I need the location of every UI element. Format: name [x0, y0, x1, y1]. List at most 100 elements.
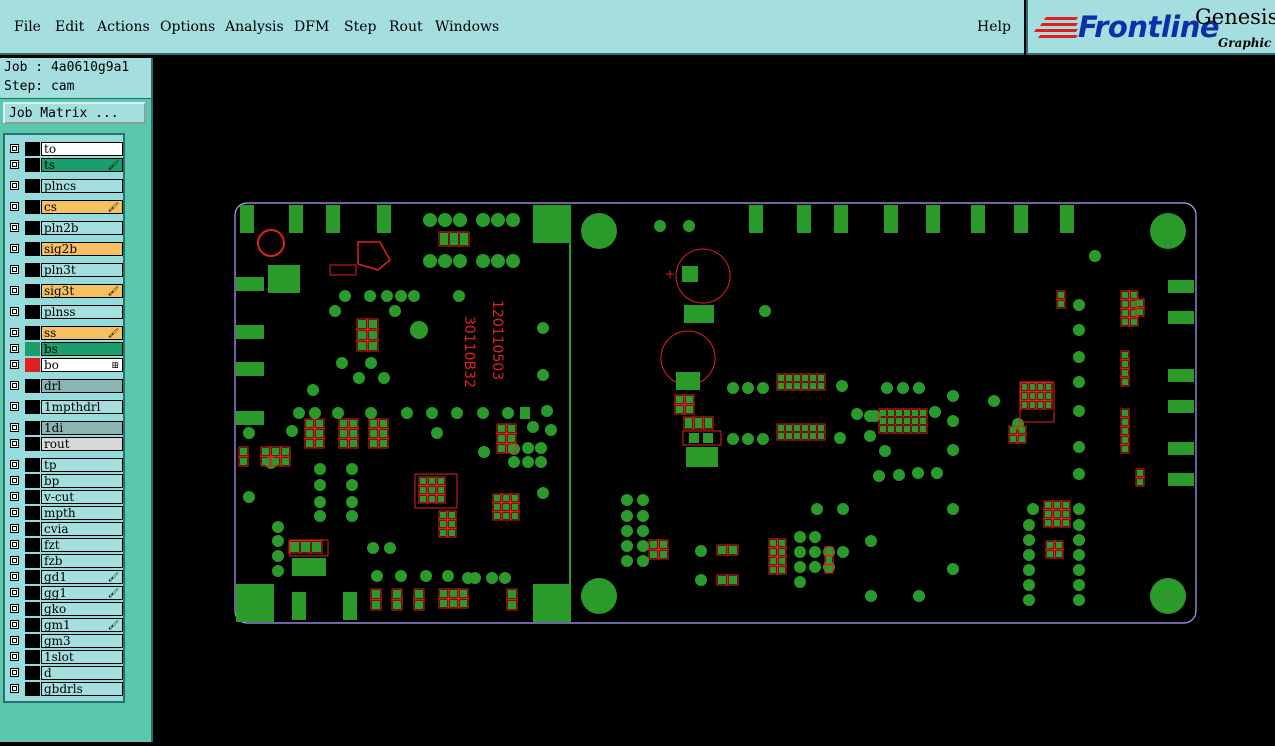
menu-windows[interactable]: Windows — [435, 19, 499, 35]
layer-name[interactable]: sig3t 🖌 — [41, 284, 123, 298]
layer-row-cvia[interactable]: cvia — [8, 522, 123, 536]
layer-row-gbdrls[interactable]: gbdrls — [8, 682, 123, 696]
layer-color-swatch[interactable] — [25, 305, 40, 319]
layer-color-swatch[interactable] — [25, 474, 40, 488]
menu-edit[interactable]: Edit — [55, 19, 84, 35]
layer-name[interactable]: pln3t — [41, 263, 123, 277]
menu-help[interactable]: Help — [977, 19, 1011, 35]
layer-name[interactable]: fzt — [41, 538, 123, 552]
layer-checkbox[interactable] — [10, 144, 19, 153]
layer-checkbox[interactable] — [10, 588, 19, 597]
menu-analysis[interactable]: Analysis — [225, 19, 284, 35]
layer-color-swatch[interactable] — [25, 158, 40, 172]
layer-color-swatch[interactable] — [25, 666, 40, 680]
menu-rout[interactable]: Rout — [389, 19, 423, 35]
layer-row-bs[interactable]: bs — [8, 342, 123, 356]
layer-name[interactable]: gd1 🖌 — [41, 570, 123, 584]
layer-checkbox[interactable] — [10, 476, 19, 485]
layer-row-gm1[interactable]: gm1 🖌 — [8, 618, 123, 632]
layer-checkbox[interactable] — [10, 202, 19, 211]
menu-file[interactable]: File — [14, 19, 41, 35]
layer-checkbox[interactable] — [10, 307, 19, 316]
layer-row-to[interactable]: to — [8, 142, 123, 156]
layer-color-swatch[interactable] — [25, 586, 40, 600]
layer-checkbox[interactable] — [10, 402, 19, 411]
layer-checkbox[interactable] — [10, 160, 19, 169]
layer-name[interactable]: cvia — [41, 522, 123, 536]
layer-color-swatch[interactable] — [25, 221, 40, 235]
layer-color-swatch[interactable] — [25, 570, 40, 584]
layer-checkbox[interactable] — [10, 181, 19, 190]
layer-name[interactable]: gg1 🖌 — [41, 586, 123, 600]
layer-checkbox[interactable] — [10, 439, 19, 448]
layer-color-swatch[interactable] — [25, 682, 40, 696]
layer-checkbox[interactable] — [10, 684, 19, 693]
layer-row-1mpthdrl[interactable]: 1mpthdrl — [8, 400, 123, 414]
layer-name[interactable]: d — [41, 666, 123, 680]
menu-options[interactable]: Options — [160, 19, 215, 35]
graphics-canvas[interactable]: +30110B32 120110503 — [155, 58, 1275, 742]
layer-color-swatch[interactable] — [25, 554, 40, 568]
layer-checkbox[interactable] — [10, 636, 19, 645]
layer-color-swatch[interactable] — [25, 263, 40, 277]
layer-checkbox[interactable] — [10, 360, 19, 369]
layer-name[interactable]: ss 🖌 — [41, 326, 123, 340]
layer-checkbox[interactable] — [10, 244, 19, 253]
layer-row-gd1[interactable]: gd1 🖌 — [8, 570, 123, 584]
layer-checkbox[interactable] — [10, 460, 19, 469]
layer-color-swatch[interactable] — [25, 618, 40, 632]
layer-color-swatch[interactable] — [25, 458, 40, 472]
layer-row-cs[interactable]: cs 🖌 — [8, 200, 123, 214]
layer-checkbox[interactable] — [10, 572, 19, 581]
layer-color-swatch[interactable] — [25, 142, 40, 156]
layer-checkbox[interactable] — [10, 556, 19, 565]
layer-row-d[interactable]: d — [8, 666, 123, 680]
menu-actions[interactable]: Actions — [97, 19, 150, 35]
layer-color-swatch[interactable] — [25, 358, 40, 372]
layer-checkbox[interactable] — [10, 604, 19, 613]
layer-row-fzb[interactable]: fzb — [8, 554, 123, 568]
layer-row-fzt[interactable]: fzt — [8, 538, 123, 552]
layer-color-swatch[interactable] — [25, 284, 40, 298]
layer-row-sig3t[interactable]: sig3t 🖌 — [8, 284, 123, 298]
layer-name[interactable]: mpth — [41, 506, 123, 520]
layer-name[interactable]: bo ⊞ — [41, 358, 123, 372]
layer-checkbox[interactable] — [10, 344, 19, 353]
layer-color-swatch[interactable] — [25, 379, 40, 393]
layer-row-bo[interactable]: bo ⊞ — [8, 358, 123, 372]
layer-row-plnss[interactable]: plnss — [8, 305, 123, 319]
layer-name[interactable]: gm3 — [41, 634, 123, 648]
layer-row-1di[interactable]: 1di — [8, 421, 123, 435]
layer-row-tp[interactable]: tp — [8, 458, 123, 472]
layer-name[interactable]: plnss — [41, 305, 123, 319]
layer-name[interactable]: to — [41, 142, 123, 156]
layer-color-swatch[interactable] — [25, 490, 40, 504]
layer-checkbox[interactable] — [10, 492, 19, 501]
layer-color-swatch[interactable] — [25, 421, 40, 435]
layer-checkbox[interactable] — [10, 668, 19, 677]
layer-name[interactable]: fzb — [41, 554, 123, 568]
pcb-view[interactable]: +30110B32 120110503 — [155, 58, 1275, 742]
layer-row-gko[interactable]: gko — [8, 602, 123, 616]
layer-name[interactable]: v-cut — [41, 490, 123, 504]
layer-color-swatch[interactable] — [25, 650, 40, 664]
layer-checkbox[interactable] — [10, 652, 19, 661]
layer-color-swatch[interactable] — [25, 326, 40, 340]
layer-color-swatch[interactable] — [25, 522, 40, 536]
layer-name[interactable]: 1slot — [41, 650, 123, 664]
layer-name[interactable]: cs 🖌 — [41, 200, 123, 214]
layer-name[interactable]: 1mpthdrl — [41, 400, 123, 414]
layer-name[interactable]: rout — [41, 437, 123, 451]
layer-color-swatch[interactable] — [25, 506, 40, 520]
layer-row-pln3t[interactable]: pln3t — [8, 263, 123, 277]
layer-row-gg1[interactable]: gg1 🖌 — [8, 586, 123, 600]
layer-row-sig2b[interactable]: sig2b — [8, 242, 123, 256]
layer-color-swatch[interactable] — [25, 242, 40, 256]
layer-checkbox[interactable] — [10, 223, 19, 232]
layer-color-swatch[interactable] — [25, 602, 40, 616]
layer-name[interactable]: gm1 🖌 — [41, 618, 123, 632]
layer-checkbox[interactable] — [10, 508, 19, 517]
layer-name[interactable]: gbdrls — [41, 682, 123, 696]
layer-color-swatch[interactable] — [25, 200, 40, 214]
layer-name[interactable]: ts 🖌 — [41, 158, 123, 172]
